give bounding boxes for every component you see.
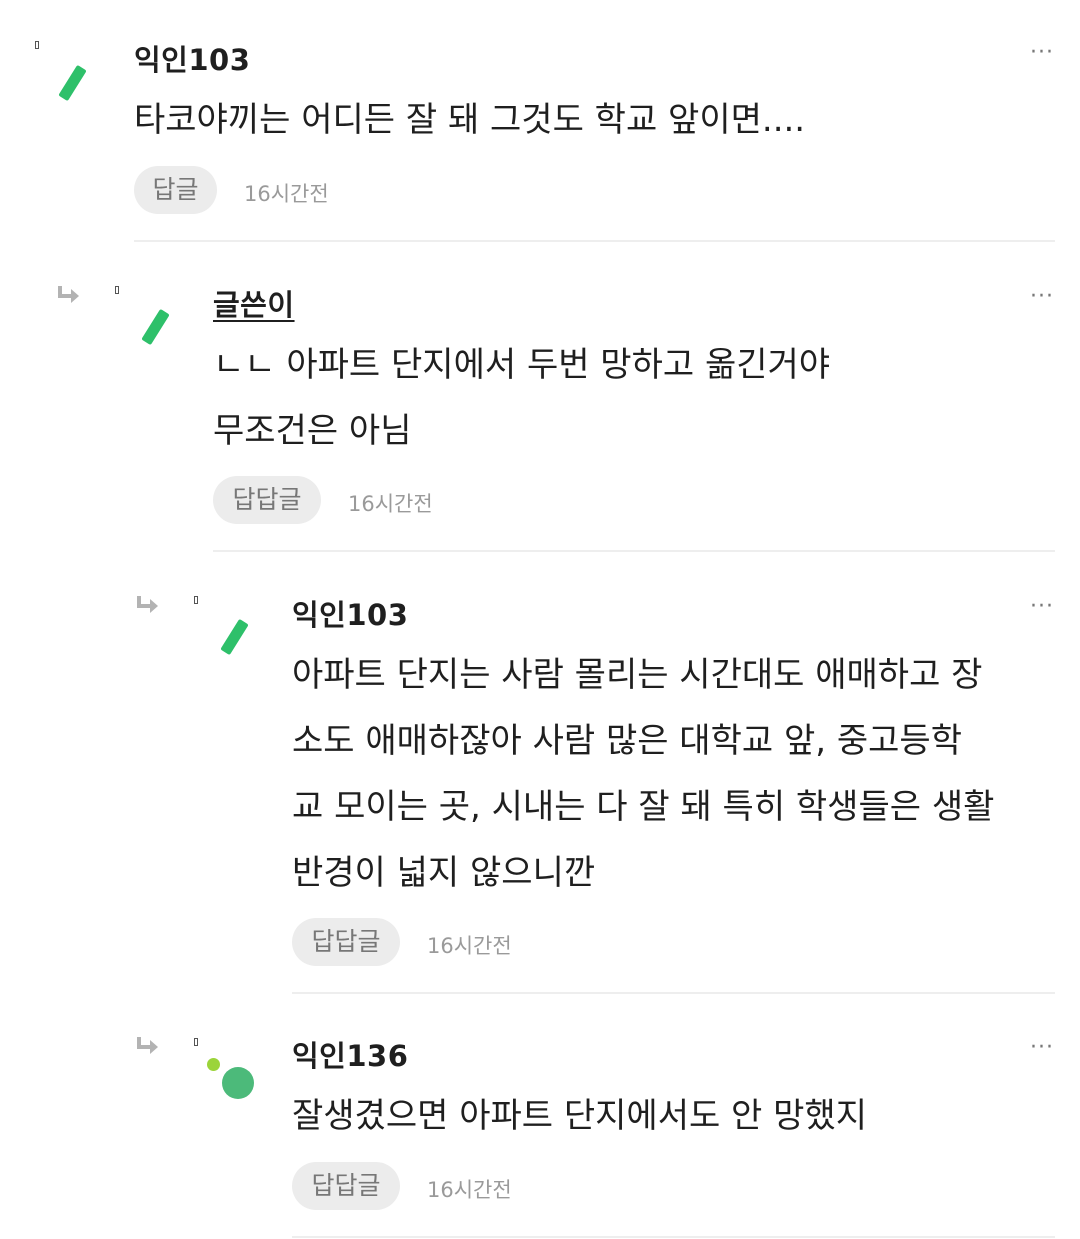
marker-icon xyxy=(115,286,119,294)
timestamp: 16시간전 xyxy=(348,492,433,516)
divider xyxy=(292,992,1055,994)
comment-text: 잘생겼으면 아파트 단지에서도 안 망했지 xyxy=(292,1096,867,1136)
marker-icon xyxy=(35,41,39,49)
marker-icon xyxy=(194,1038,198,1046)
comment-text: 아파트 단지는 사람 몰리는 시간대도 애매하고 장 소도 애매하잖아 사람 많… xyxy=(292,655,995,893)
divider xyxy=(292,1236,1055,1238)
reply-arrow-icon xyxy=(137,596,158,613)
comment-text: ㄴㄴ 아파트 단지에서 두번 망하고 옮긴거야 무조건은 아님 xyxy=(213,345,831,451)
reply-button[interactable]: 답답글 xyxy=(213,476,321,524)
reply-button[interactable]: 답글 xyxy=(134,166,217,214)
timestamp: 16시간전 xyxy=(427,934,512,958)
avatar-accent xyxy=(207,1058,220,1071)
more-options-icon[interactable]: ··· xyxy=(1030,42,1054,64)
comment-author[interactable]: 익인136 xyxy=(292,1033,408,1075)
comment-text: 타코야끼는 어디든 잘 돼 그것도 학교 앞이면.... xyxy=(134,100,806,140)
reply-arrow-icon xyxy=(137,1037,158,1054)
more-options-icon[interactable]: ··· xyxy=(1030,596,1054,618)
reply-arrow-icon xyxy=(58,286,79,303)
avatar[interactable] xyxy=(220,618,249,656)
timestamp: 16시간전 xyxy=(427,1178,512,1202)
avatar[interactable] xyxy=(141,308,170,346)
avatar[interactable] xyxy=(222,1067,254,1099)
reply-button[interactable]: 답답글 xyxy=(292,918,400,966)
more-options-icon[interactable]: ··· xyxy=(1030,286,1054,308)
more-options-icon[interactable]: ··· xyxy=(1030,1037,1054,1059)
comment-author[interactable]: 익인103 xyxy=(292,592,408,634)
divider xyxy=(134,240,1055,242)
marker-icon xyxy=(194,596,198,604)
reply-button[interactable]: 답답글 xyxy=(292,1162,400,1210)
divider xyxy=(213,550,1055,552)
comment-author[interactable]: 글쓴이 xyxy=(213,282,295,324)
comment-author[interactable]: 익인103 xyxy=(134,37,250,79)
avatar[interactable] xyxy=(58,64,87,102)
timestamp: 16시간전 xyxy=(244,182,329,206)
